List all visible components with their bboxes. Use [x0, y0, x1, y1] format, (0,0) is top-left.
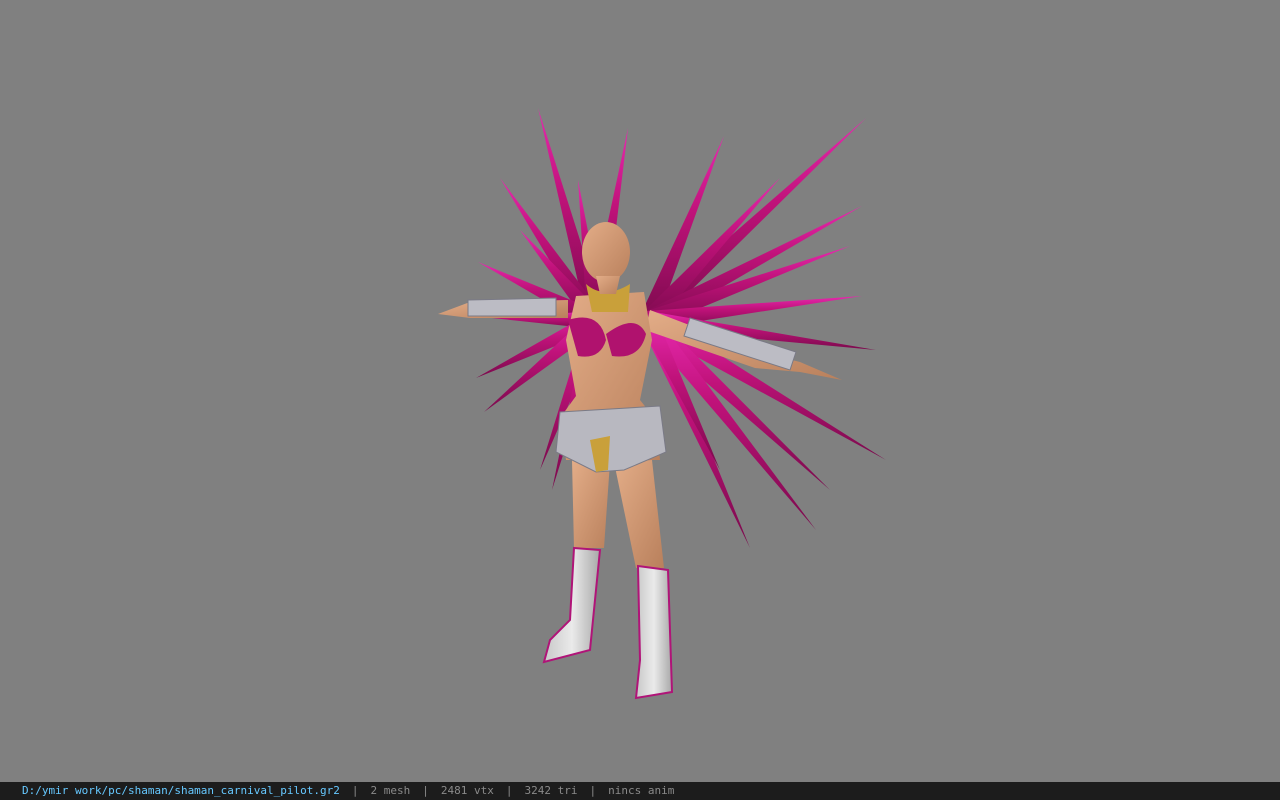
separator: |: [351, 784, 359, 797]
animation-status: nincs anim: [608, 784, 675, 797]
status-bar: D:/ymir work/pc/shaman/shaman_carnival_p…: [0, 782, 1280, 800]
legs: [542, 460, 674, 700]
vertex-count: 2481 vtx: [440, 784, 494, 797]
3d-viewport[interactable]: [0, 0, 1280, 782]
character-model: [438, 108, 886, 700]
file-path: D:/ymir work/pc/shaman/shaman_carnival_p…: [22, 784, 340, 797]
triangle-count: 3242 tri: [524, 784, 578, 797]
separator: |: [589, 784, 597, 797]
separator: |: [422, 784, 429, 797]
mesh-count: 2 mesh: [370, 784, 411, 797]
separator: |: [505, 784, 513, 797]
